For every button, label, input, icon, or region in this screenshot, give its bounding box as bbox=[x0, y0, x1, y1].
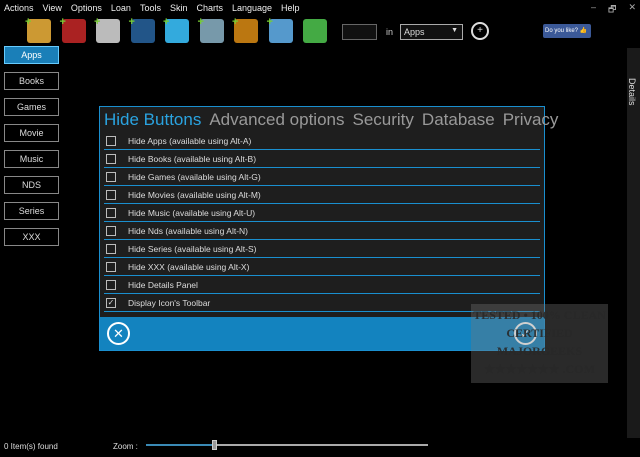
tab-database[interactable]: Database bbox=[422, 110, 495, 129]
add-plus-icon: + bbox=[128, 16, 135, 28]
add-plus-icon: + bbox=[163, 16, 170, 28]
add-plus-icon: + bbox=[59, 16, 66, 28]
search-zoom-icon[interactable]: + bbox=[471, 22, 489, 40]
in-label: in bbox=[386, 27, 394, 37]
zoom-slider[interactable] bbox=[146, 440, 428, 450]
movie-icon[interactable]: + bbox=[128, 16, 155, 43]
menu-options[interactable]: Options bbox=[71, 3, 102, 13]
option-label: Hide Music (available using Alt-U) bbox=[128, 207, 256, 218]
sidebar: Apps Books Games Movie Music NDS Series XXX bbox=[4, 46, 59, 254]
option-row[interactable]: Hide Games (available using Alt-G) bbox=[104, 168, 540, 186]
dropdown-arrow-icon: ▼ bbox=[451, 27, 458, 34]
option-row[interactable]: Hide Series (available using Alt-S) bbox=[104, 240, 540, 258]
option-label: Hide Books (available using Alt-B) bbox=[128, 153, 257, 164]
checkbox[interactable] bbox=[106, 225, 116, 236]
watermark-line: TESTED • 100% CLEAN bbox=[473, 308, 606, 322]
majorgeeks-watermark: TESTED • 100% CLEAN CERTIFIED MAJORGEEKS ★★… bbox=[471, 304, 608, 383]
book-icon[interactable]: + bbox=[59, 16, 86, 43]
option-row[interactable]: Hide Music (available using Alt-U) bbox=[104, 204, 540, 222]
tab-privacy[interactable]: Privacy bbox=[503, 110, 559, 129]
option-label: Hide Games (available using Alt-G) bbox=[128, 171, 261, 182]
menu-tools[interactable]: Tools bbox=[140, 3, 161, 13]
option-label: Hide Movies (available using Alt-M) bbox=[128, 189, 261, 200]
search-input[interactable] bbox=[342, 24, 377, 40]
close-icon[interactable]: ✕ bbox=[628, 2, 636, 18]
sidebar-item-music[interactable]: Music bbox=[4, 150, 59, 168]
like-label: Do you like? bbox=[545, 28, 579, 34]
menu-language[interactable]: Language bbox=[232, 3, 272, 13]
tab-advanced-options[interactable]: Advanced options bbox=[209, 110, 344, 129]
menu-skin[interactable]: Skin bbox=[170, 3, 188, 13]
restore-icon[interactable]: 🗗 bbox=[608, 2, 616, 18]
nds-icon[interactable]: + bbox=[197, 16, 224, 43]
minimize-icon[interactable]: – bbox=[591, 2, 596, 18]
menu-loan[interactable]: Loan bbox=[111, 3, 131, 13]
menu-bar: Actions View Options Loan Tools Skin Charts Lan… bbox=[4, 3, 300, 13]
watermark-line: MAJORGEEKS bbox=[496, 344, 583, 358]
sidebar-item-series[interactable]: Series bbox=[4, 202, 59, 220]
music-icon[interactable]: + bbox=[163, 16, 189, 43]
sidebar-item-xxx[interactable]: XXX bbox=[4, 228, 59, 246]
category-select[interactable]: Apps ▼ bbox=[400, 24, 463, 40]
sidebar-item-movie[interactable]: Movie bbox=[4, 124, 59, 142]
option-row[interactable]: Hide Movies (available using Alt-M) bbox=[104, 186, 540, 204]
tab-hide-buttons[interactable]: Hide Buttons bbox=[104, 110, 201, 129]
sidebar-item-games[interactable]: Games bbox=[4, 98, 59, 116]
sidebar-item-nds[interactable]: NDS bbox=[4, 176, 59, 194]
watermark-line: CERTIFIED bbox=[506, 326, 573, 340]
tv-icon[interactable]: + bbox=[232, 16, 258, 43]
menu-help[interactable]: Help bbox=[281, 3, 300, 13]
checkbox[interactable] bbox=[106, 135, 116, 146]
option-label: Hide Nds (available using Alt-N) bbox=[128, 225, 248, 236]
download-icon[interactable] bbox=[303, 19, 327, 43]
option-label: Hide Series (available using Alt-S) bbox=[128, 243, 257, 254]
option-row[interactable]: Hide Apps (available using Alt-A) bbox=[104, 132, 540, 150]
checkbox[interactable] bbox=[106, 171, 116, 182]
details-panel[interactable]: Details bbox=[627, 48, 640, 438]
checkbox[interactable]: ✓ bbox=[106, 297, 116, 308]
add-plus-icon: + bbox=[232, 16, 239, 28]
option-label: Hide Apps (available using Alt-A) bbox=[128, 135, 252, 146]
sidebar-item-apps[interactable]: Apps bbox=[4, 46, 59, 64]
xxx-folder-icon[interactable]: + bbox=[266, 16, 293, 43]
option-row[interactable]: Hide Nds (available using Alt-N) bbox=[104, 222, 540, 240]
details-label: Details bbox=[627, 78, 637, 106]
like-button[interactable]: Do you like? 👍 bbox=[543, 24, 591, 38]
option-label: Hide XXX (available using Alt-X) bbox=[128, 261, 250, 272]
dialog-tabs: Hide Buttons Advanced options Security Data… bbox=[100, 107, 558, 132]
menu-view[interactable]: View bbox=[43, 3, 62, 13]
option-row[interactable]: Hide Books (available using Alt-B) bbox=[104, 150, 540, 168]
add-plus-icon: + bbox=[25, 16, 32, 28]
window-controls: – 🗗 ✕ bbox=[591, 2, 636, 18]
option-row[interactable]: Hide XXX (available using Alt-X) bbox=[104, 258, 540, 276]
zoom-label: Zoom : bbox=[113, 442, 138, 451]
cancel-button[interactable]: ✕ bbox=[107, 322, 130, 345]
checkbox[interactable] bbox=[106, 207, 116, 218]
checkbox[interactable] bbox=[106, 189, 116, 200]
checkbox[interactable] bbox=[106, 279, 116, 290]
tools-icon[interactable]: + bbox=[25, 16, 51, 43]
zoom-fill bbox=[146, 444, 214, 446]
gamepad-icon[interactable]: + bbox=[94, 16, 120, 43]
option-row[interactable]: Hide Details Panel bbox=[104, 276, 540, 294]
sidebar-item-books[interactable]: Books bbox=[4, 72, 59, 90]
tab-security[interactable]: Security bbox=[353, 110, 414, 129]
option-label: Display Icon's Toolbar bbox=[128, 297, 211, 308]
category-value: Apps bbox=[404, 27, 425, 37]
option-label: Hide Details Panel bbox=[128, 279, 198, 290]
checkbox[interactable] bbox=[106, 261, 116, 272]
menu-charts[interactable]: Charts bbox=[196, 3, 223, 13]
zoom-thumb[interactable] bbox=[211, 440, 217, 450]
checkbox[interactable] bbox=[106, 153, 116, 164]
add-plus-icon: + bbox=[266, 16, 273, 28]
status-text: 0 Item(s) found bbox=[4, 442, 58, 451]
checkbox[interactable] bbox=[106, 243, 116, 254]
add-plus-icon: + bbox=[197, 16, 204, 28]
watermark-line: ★★★★★★★ .COM bbox=[484, 362, 595, 376]
menu-actions[interactable]: Actions bbox=[4, 3, 34, 13]
add-plus-icon: + bbox=[94, 16, 101, 28]
